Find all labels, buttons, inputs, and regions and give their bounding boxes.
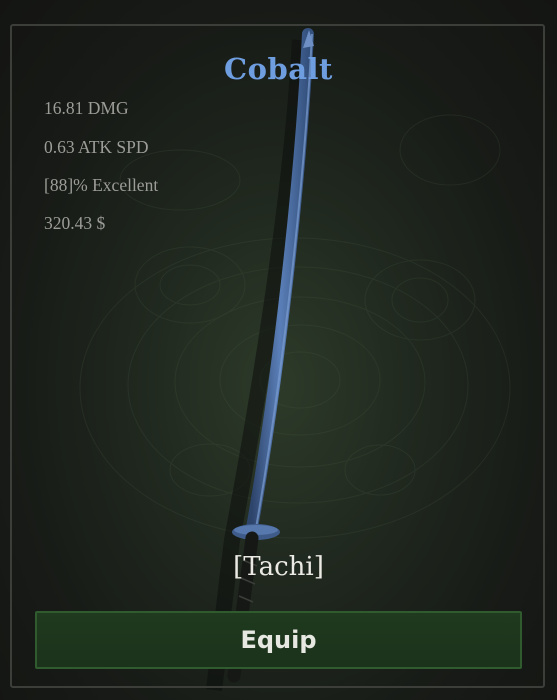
item-card: Cobalt 16.81 DMG 0.63 ATK SPD [88]% Exce… <box>0 0 557 700</box>
stat-quality: [88]% Excellent <box>44 175 159 195</box>
item-name: Cobalt <box>224 52 333 86</box>
item-type: [Tachi] <box>233 552 324 582</box>
stat-attack-speed: 0.63 ATK SPD <box>44 137 149 157</box>
stat-damage: 16.81 DMG <box>44 98 129 118</box>
equip-button[interactable]: Equip <box>35 611 522 669</box>
stat-price: 320.43 $ <box>44 213 106 233</box>
